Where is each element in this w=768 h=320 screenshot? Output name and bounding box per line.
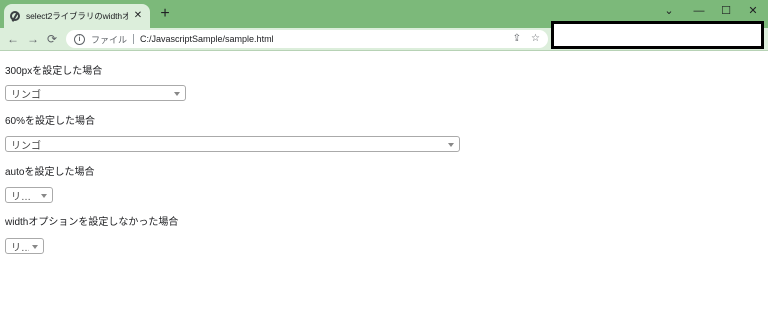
close-window-button[interactable]: ✕ (738, 4, 768, 18)
select-value: リ... (11, 242, 29, 254)
reload-icon[interactable]: ⟳ (44, 31, 60, 47)
dropdown-arrow-icon (174, 92, 180, 96)
browser-tab[interactable]: select2ライブラリのwidthオプションの ✕ (4, 4, 150, 28)
info-icon[interactable]: i (74, 33, 85, 45)
dropdown-arrow-icon (448, 143, 454, 147)
select-auto[interactable]: リンゴ (5, 187, 53, 203)
new-tab-button[interactable]: + (157, 5, 173, 23)
minimize-button[interactable]: — (684, 4, 714, 18)
url-text[interactable]: C:/JavascriptSample/sample.html (140, 34, 503, 44)
redaction-box (551, 21, 764, 49)
scheme-label: ファイル (91, 34, 128, 45)
page-content: 300pxを設定した場合 リンゴ 60%を設定した場合 リンゴ autoを設定し… (0, 51, 768, 320)
dropdown-arrow-icon (32, 245, 38, 249)
back-arrow-icon[interactable]: ← (5, 31, 21, 47)
close-tab-icon[interactable]: ✕ (132, 10, 144, 22)
share-icon[interactable]: ⇪ (513, 34, 521, 44)
section-label-60-percent: 60%を設定した場合 (5, 116, 96, 127)
select-no-width[interactable]: リ... (5, 238, 44, 254)
tab-title: select2ライブラリのwidthオプションの (26, 11, 128, 21)
dropdown-arrow-icon (41, 194, 47, 198)
globe-icon (10, 11, 20, 21)
select-300px[interactable]: リンゴ (5, 85, 186, 101)
address-bar[interactable]: i ファイル C:/JavascriptSample/sample.html ⇪… (66, 30, 548, 48)
bookmark-star-icon[interactable]: ☆ (531, 34, 540, 44)
select-value: リンゴ (11, 191, 38, 203)
select-60-percent[interactable]: リンゴ (5, 136, 460, 152)
section-label-no-width: widthオプションを設定しなかった場合 (5, 217, 179, 228)
section-label-300px: 300pxを設定した場合 (5, 66, 103, 77)
select-value: リンゴ (11, 140, 41, 152)
maximize-button[interactable]: ☐ (711, 4, 741, 18)
address-divider (133, 34, 135, 44)
section-label-auto: autoを設定した場合 (5, 167, 95, 178)
select-value: リンゴ (11, 89, 41, 101)
tab-search-icon[interactable]: ⌄ (654, 4, 684, 18)
forward-arrow-icon[interactable]: → (25, 31, 41, 47)
